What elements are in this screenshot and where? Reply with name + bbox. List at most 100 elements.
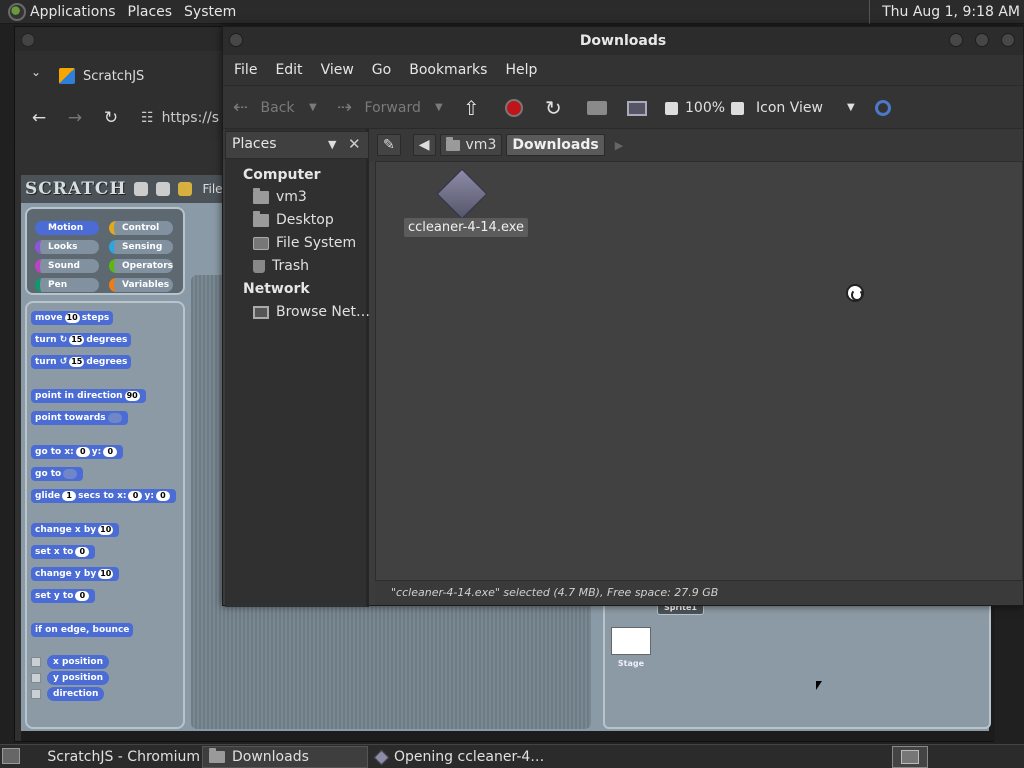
move-steps-block[interactable]: move 10 steps — [31, 311, 114, 325]
y-position-checkbox[interactable] — [31, 673, 41, 683]
sidebar-item-file-system[interactable]: File System — [253, 235, 356, 251]
blocks-palette: move 10 steps turn ↻ 15 degrees turn ↺ 15 degr… — [25, 301, 185, 729]
distro-logo-icon[interactable] — [8, 2, 26, 21]
set-y-block[interactable]: set y to 0 — [31, 589, 96, 603]
task-downloads[interactable]: Downloads — [202, 746, 368, 768]
clock[interactable]: Thu Aug 1, 9:18 AM — [869, 0, 1024, 24]
menu-file[interactable]: File — [225, 62, 266, 78]
forward-button[interactable]: ⇢ Forward — [337, 86, 421, 130]
search-icon[interactable] — [875, 86, 891, 130]
category-sound[interactable]: Sound — [35, 259, 99, 273]
x-position-reporter[interactable]: x position — [31, 655, 109, 669]
scratch-logo: SCRATCH — [25, 179, 127, 199]
view-mode-select[interactable]: Icon View — [756, 86, 823, 130]
sidebar-heading-network: Network — [243, 281, 310, 297]
stage-thumbnail[interactable] — [611, 627, 651, 655]
point-in-direction-block[interactable]: point in direction 90 — [31, 389, 146, 403]
view-mode-chevron-icon[interactable]: ▼ — [847, 86, 855, 130]
y-position-reporter[interactable]: y position — [31, 671, 110, 685]
point-towards-block[interactable]: point towards — [31, 411, 128, 425]
minimize-icon[interactable] — [949, 33, 963, 47]
sidebar-item-browse-network[interactable]: Browse Net… — [253, 304, 370, 320]
forward-arrow-icon[interactable]: → — [57, 108, 93, 128]
back-button[interactable]: ⇠ Back — [233, 86, 295, 130]
category-pen[interactable]: Pen — [35, 278, 99, 292]
stop-icon[interactable] — [505, 86, 523, 130]
close-sidebar-icon[interactable]: ✕ — [348, 135, 361, 153]
workspace-1[interactable] — [901, 750, 919, 764]
menu-edit[interactable]: Edit — [266, 62, 311, 78]
glide-block[interactable]: glide 1 secs to x: 0 y: 0 — [31, 489, 176, 503]
set-x-block[interactable]: set x to 0 — [31, 545, 96, 559]
task-chromium[interactable]: ScratchJS - Chromium — [34, 746, 200, 768]
scratch-file-menu[interactable]: File — [202, 182, 222, 196]
address-bar[interactable]: ☷ https://s — [141, 105, 231, 131]
back-arrow-icon[interactable]: ← — [21, 108, 57, 128]
computer-icon[interactable] — [627, 86, 647, 130]
chevron-down-icon[interactable]: ▼ — [328, 138, 336, 151]
applications-menu[interactable]: Applications — [26, 0, 124, 24]
category-operators[interactable]: Operators — [109, 259, 173, 273]
menu-bar: File Edit View Go Bookmarks Help — [223, 55, 1023, 85]
category-looks[interactable]: Looks — [35, 240, 99, 254]
save-icon[interactable] — [156, 182, 171, 196]
category-control[interactable]: Control — [109, 221, 173, 235]
go-to-block[interactable]: go to — [31, 467, 84, 481]
breadcrumb-left-icon[interactable]: ◀ — [412, 134, 436, 156]
category-variables[interactable]: Variables — [109, 278, 173, 292]
file-manager-titlebar[interactable]: Downloads — [223, 27, 1023, 55]
turn-ccw-block[interactable]: turn ↺ 15 degrees — [31, 355, 132, 369]
sidebar-item-vm3[interactable]: vm3 — [253, 187, 307, 205]
tab-scratchjs[interactable]: ScratchJS — [59, 61, 229, 91]
up-arrow-icon[interactable]: ⇧ — [463, 86, 480, 130]
task-opening-ccleaner[interactable]: Opening ccleaner-4… — [370, 746, 550, 768]
show-desktop-icon[interactable] — [2, 748, 20, 764]
change-x-block[interactable]: change x by 10 — [31, 523, 120, 537]
menu-view[interactable]: View — [312, 62, 363, 78]
reload-icon[interactable]: ↻ — [545, 86, 562, 130]
home-folder-icon[interactable] — [587, 86, 607, 130]
sidebar-item-desktop[interactable]: Desktop — [253, 210, 334, 228]
site-settings-icon[interactable]: ☷ — [141, 110, 154, 126]
file-manager-window: Downloads File Edit View Go Bookmarks He… — [222, 26, 1024, 607]
category-sensing[interactable]: Sensing — [109, 240, 173, 254]
window-menu-icon[interactable] — [21, 33, 35, 47]
workspace-switcher[interactable] — [892, 746, 928, 768]
window-menu-icon[interactable] — [229, 33, 243, 47]
category-motion[interactable]: Motion — [35, 221, 99, 235]
x-position-checkbox[interactable] — [31, 657, 41, 667]
reload-icon[interactable]: ↻ — [93, 108, 129, 128]
file-view[interactable]: ccleaner-4-14.exe — [375, 161, 1023, 581]
system-menu[interactable]: System — [180, 0, 244, 24]
menu-bookmarks[interactable]: Bookmarks — [400, 62, 496, 78]
direction-reporter[interactable]: direction — [31, 687, 105, 701]
exe-file-icon — [373, 749, 390, 765]
zoom-level[interactable]: 100% — [685, 86, 725, 130]
sidebar-item-trash[interactable]: Trash — [253, 258, 309, 274]
zoom-out-icon[interactable] — [665, 86, 678, 130]
menu-go[interactable]: Go — [363, 62, 400, 78]
direction-checkbox[interactable] — [31, 689, 41, 699]
menu-help[interactable]: Help — [496, 62, 546, 78]
turn-cw-block[interactable]: turn ↻ 15 degrees — [31, 333, 132, 347]
sidebar-selector[interactable]: Places ▼ ✕ — [225, 131, 369, 159]
places-menu[interactable]: Places — [124, 0, 181, 24]
forward-history-chevron-icon[interactable]: ▼ — [435, 86, 443, 130]
go-to-xy-block[interactable]: go to x: 0 y: 0 — [31, 445, 124, 459]
globe-icon[interactable] — [134, 182, 149, 196]
bounce-block[interactable]: if on edge, bounce — [31, 623, 134, 637]
back-history-chevron-icon[interactable]: ▼ — [309, 86, 317, 130]
edit-location-icon[interactable]: ✎ — [377, 134, 401, 156]
exe-file-icon[interactable] — [436, 168, 488, 220]
share-icon[interactable] — [178, 182, 193, 196]
url-text: https://s — [161, 110, 220, 126]
close-icon[interactable] — [1001, 33, 1015, 47]
change-y-block[interactable]: change y by 10 — [31, 567, 120, 581]
zoom-in-icon[interactable] — [731, 86, 744, 130]
breadcrumb-right-icon[interactable]: ▶ — [615, 139, 623, 152]
maximize-icon[interactable] — [975, 33, 989, 47]
tab-search-chevron-icon[interactable]: ⌄ — [31, 65, 41, 79]
breadcrumb-downloads[interactable]: Downloads — [506, 134, 605, 156]
file-name-label[interactable]: ccleaner-4-14.exe — [404, 218, 529, 237]
breadcrumb-vm3[interactable]: vm3 — [439, 134, 503, 156]
